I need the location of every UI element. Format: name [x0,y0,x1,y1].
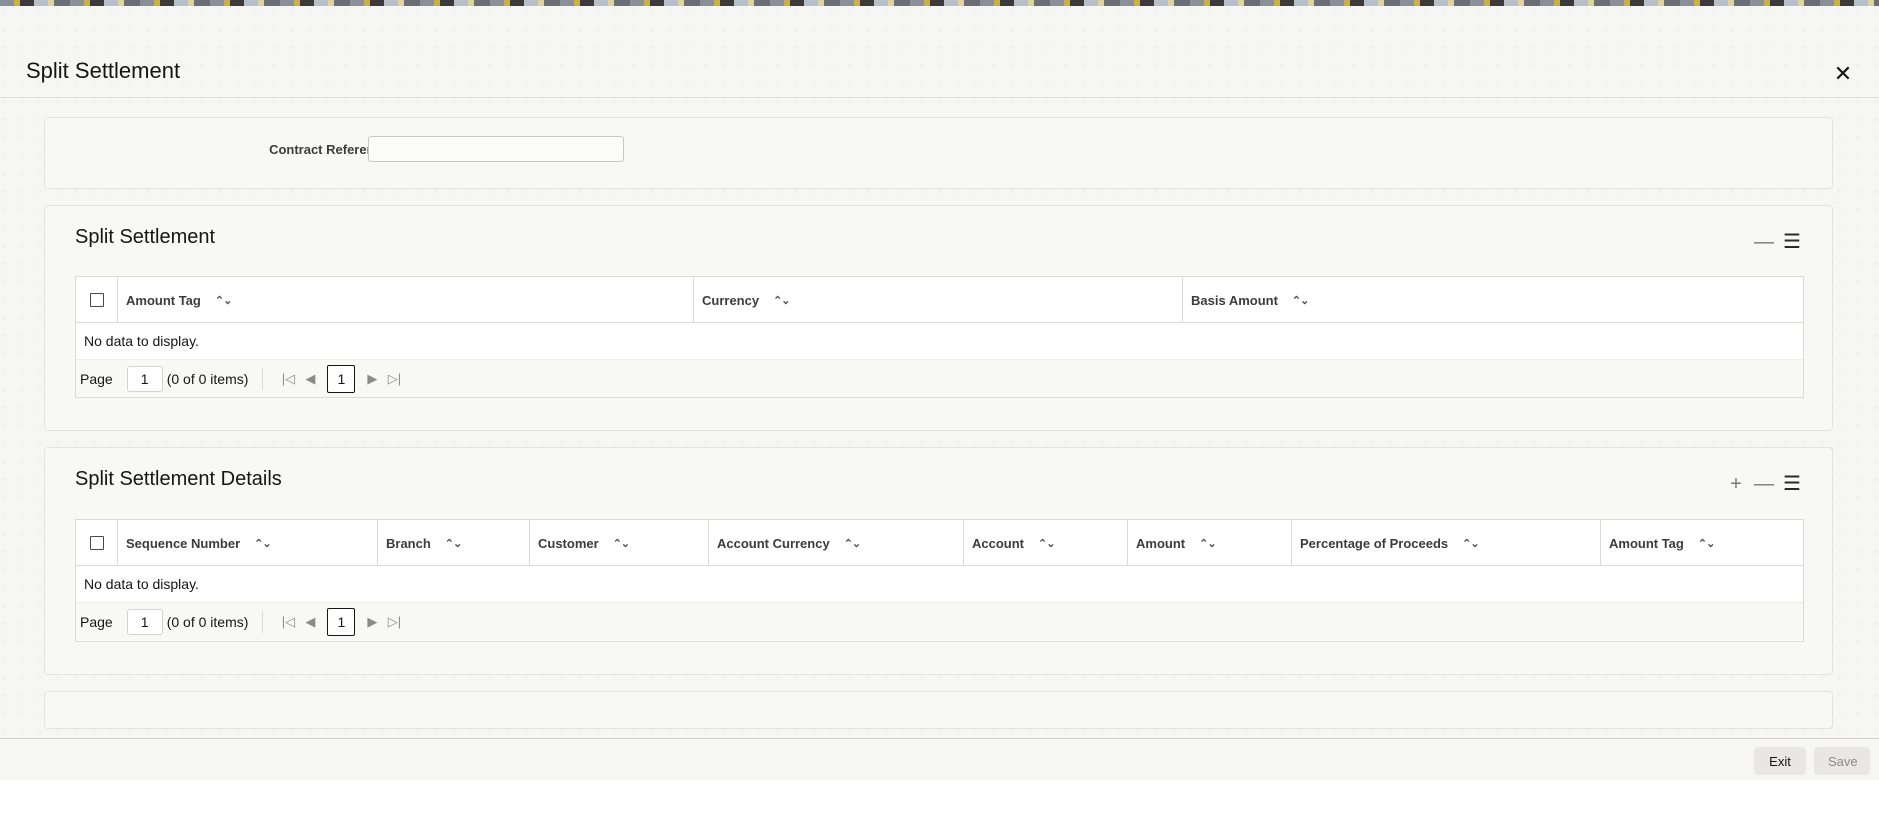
column-basis-amount[interactable]: Basis Amount ⌃⌄ [1183,277,1803,323]
split-settlement-details-title: Split Settlement Details [75,468,282,490]
single-record-view-icon[interactable]: ☰ [1782,474,1802,494]
sort-icon[interactable]: ⌃⌄ [844,537,861,550]
first-page-icon[interactable]: |◁ [277,611,299,633]
split-settlement-title: Split Settlement [75,226,216,248]
column-label: Account [972,535,1024,551]
column-label: Percentage of Proceeds [1300,535,1449,551]
details-toolbar: + — ☰ [1726,474,1802,494]
close-icon[interactable]: ✕ [1831,62,1855,86]
sort-icon[interactable]: ⌃⌄ [215,294,232,307]
column-label: Branch [386,535,431,551]
split-settlement-dialog: Split Settlement ✕ Contract Reference Sp… [0,6,1879,740]
page-label: Page [80,613,113,630]
current-page[interactable]: 1 [327,607,356,636]
dialog-title: Split Settlement [26,58,181,83]
column-branch[interactable]: Branch ⌃⌄ [378,520,530,566]
column-account[interactable]: Account ⌃⌄ [964,520,1128,566]
column-label: Account Currency [717,535,830,551]
item-count: (0 of 0 items) [166,613,249,630]
empty-message: No data to display. [76,566,1803,602]
sort-icon[interactable]: ⌃⌄ [613,537,630,550]
contract-panel: Contract Reference [44,117,1833,189]
last-page-icon[interactable]: ▷| [383,368,405,390]
save-button[interactable]: Save [1814,747,1870,775]
column-label: Amount Tag [1609,535,1684,551]
exit-button[interactable]: Exit [1754,747,1806,775]
sort-icon[interactable]: ⌃⌄ [1199,537,1216,550]
page-number-input[interactable] [126,365,163,392]
sort-icon[interactable]: ⌃⌄ [773,294,790,307]
pagination: Page (0 of 0 items) |◁ ◀ 1 ▶ ▷| [76,602,1803,640]
divider [262,610,264,633]
sort-icon[interactable]: ⌃⌄ [1292,294,1309,307]
column-amount-tag[interactable]: Amount Tag ⌃⌄ [118,277,694,323]
item-count: (0 of 0 items) [166,370,249,387]
split-settlement-details-panel: Split Settlement Details + — ☰ Sequence … [44,447,1833,675]
first-page-icon[interactable]: |◁ [277,368,299,390]
column-amount[interactable]: Amount ⌃⌄ [1128,520,1292,566]
select-all-cell [76,520,118,566]
current-page[interactable]: 1 [327,364,356,393]
split-settlement-toolbar: — ☰ [1754,232,1802,252]
remove-row-icon[interactable]: — [1754,232,1774,252]
single-record-view-icon[interactable]: ☰ [1782,232,1802,252]
select-all-checkbox[interactable] [89,293,104,307]
grid-header: Amount Tag ⌃⌄ Currency ⌃⌄ Basis Amount ⌃… [76,277,1803,323]
remove-row-icon[interactable]: — [1754,474,1774,494]
next-page-icon[interactable]: ▶ [361,611,383,633]
column-amount-tag[interactable]: Amount Tag ⌃⌄ [1601,520,1803,566]
previous-page-icon[interactable]: ◀ [299,611,321,633]
column-label: Amount [1136,535,1186,551]
empty-bottom-panel [44,691,1833,729]
pagination: Page (0 of 0 items) |◁ ◀ 1 ▶ ▷| [76,359,1803,397]
contract-reference-input[interactable] [368,136,624,162]
dialog-header: Split Settlement ✕ [0,6,1879,98]
empty-message: No data to display. [76,323,1803,359]
add-row-icon[interactable]: + [1726,474,1746,494]
sort-icon[interactable]: ⌃⌄ [1462,537,1479,550]
grid-header: Sequence Number ⌃⌄ Branch ⌃⌄ Customer ⌃⌄… [76,520,1803,566]
last-page-icon[interactable]: ▷| [383,611,405,633]
sort-icon[interactable]: ⌃⌄ [254,537,271,550]
split-settlement-grid: Amount Tag ⌃⌄ Currency ⌃⌄ Basis Amount ⌃… [75,276,1804,398]
contract-reference-label: Contract Reference [269,142,389,157]
select-all-checkbox[interactable] [89,536,104,550]
column-account-currency[interactable]: Account Currency ⌃⌄ [709,520,964,566]
split-settlement-details-grid: Sequence Number ⌃⌄ Branch ⌃⌄ Customer ⌃⌄… [75,519,1804,642]
sort-icon[interactable]: ⌃⌄ [445,537,462,550]
split-settlement-panel: Split Settlement — ☰ Amount Tag ⌃⌄ Curre… [44,205,1833,431]
sort-icon[interactable]: ⌃⌄ [1038,537,1055,550]
divider [262,367,264,390]
page-label: Page [80,370,113,387]
column-label: Currency [702,292,760,308]
column-currency[interactable]: Currency ⌃⌄ [694,277,1183,323]
previous-page-icon[interactable]: ◀ [299,368,321,390]
column-label: Amount Tag [126,292,201,308]
column-customer[interactable]: Customer ⌃⌄ [530,520,709,566]
sort-icon[interactable]: ⌃⌄ [1698,537,1715,550]
next-page-icon[interactable]: ▶ [361,368,383,390]
column-percentage-of-proceeds[interactable]: Percentage of Proceeds ⌃⌄ [1292,520,1601,566]
page-number-input[interactable] [126,608,163,635]
column-label: Customer [538,535,599,551]
select-all-cell [76,277,118,323]
page-background [0,780,1879,830]
dialog-footer: Exit Save [0,738,1879,780]
column-label: Sequence Number [126,535,241,551]
column-label: Basis Amount [1191,292,1278,308]
column-sequence-number[interactable]: Sequence Number ⌃⌄ [118,520,378,566]
